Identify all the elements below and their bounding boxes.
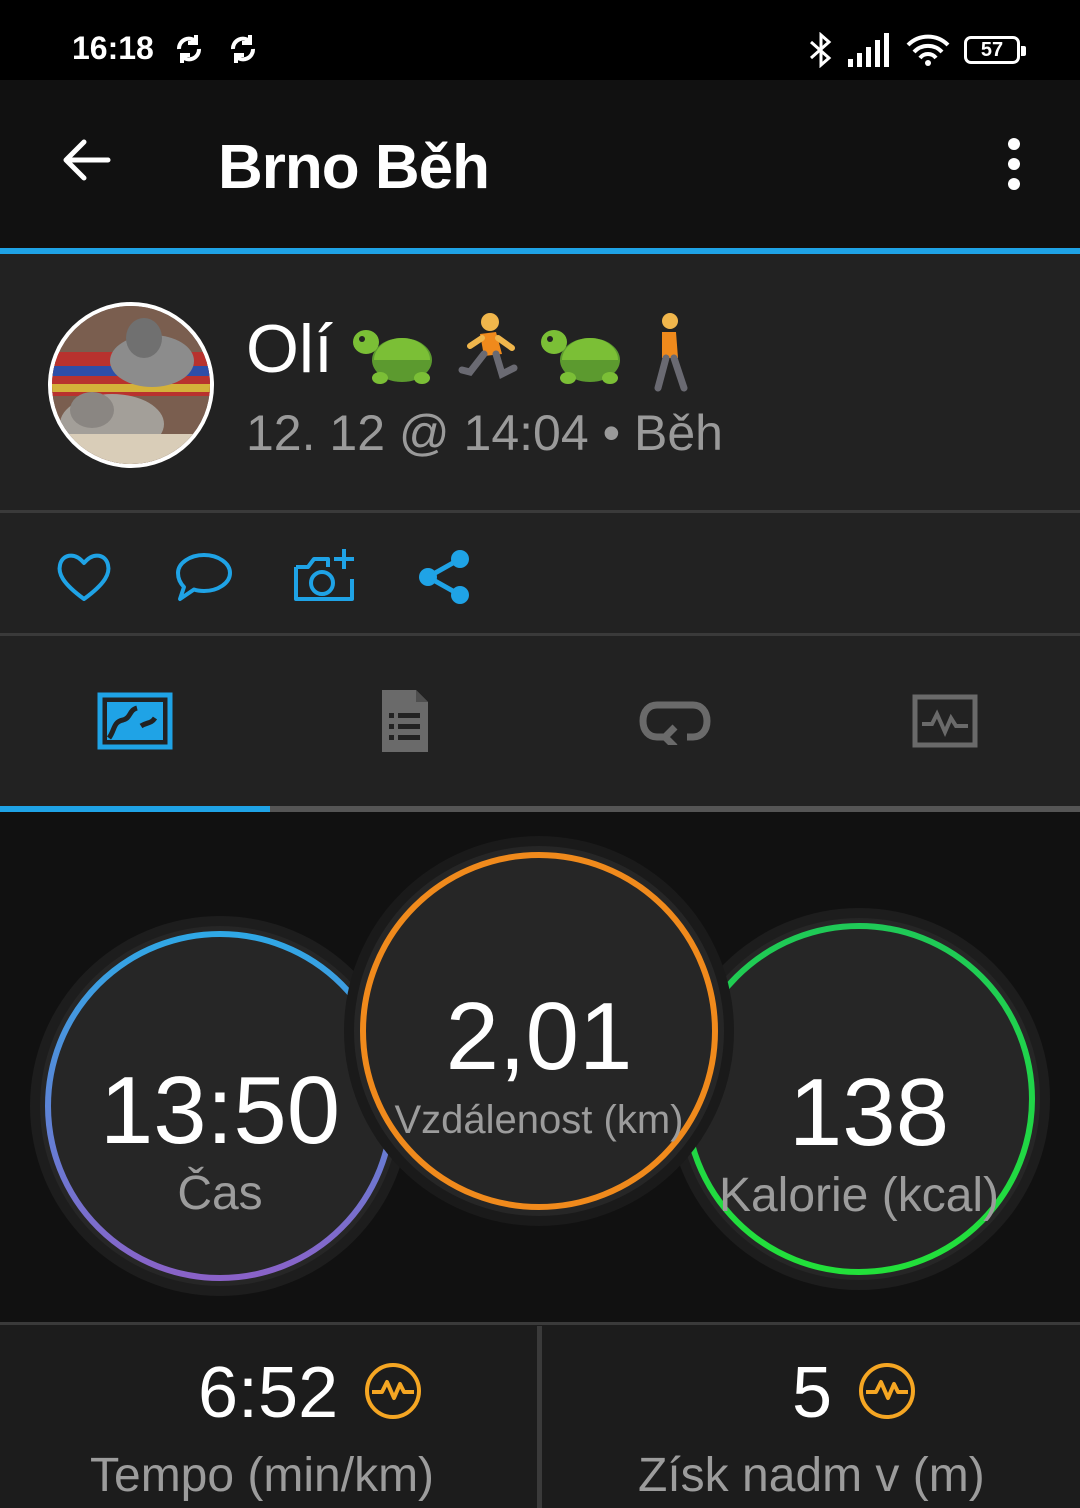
distance-label: Vzdálenost (km) (394, 1098, 684, 1142)
more-options-icon[interactable] (996, 136, 1032, 192)
emoji-status (352, 312, 694, 394)
map-icon (97, 692, 173, 750)
add-photo-icon[interactable] (292, 545, 356, 609)
avatar[interactable] (48, 302, 214, 468)
avatar-photo (52, 306, 210, 464)
signal-icon (848, 33, 889, 67)
tab-details[interactable] (270, 636, 540, 806)
time-label: Čas (177, 1167, 263, 1220)
bluetooth-icon (810, 32, 832, 68)
distance-value: 2,01 (445, 983, 633, 1090)
turtle-icon (541, 330, 620, 384)
calories-ring: 138 Kalorie (kcal) (678, 918, 1040, 1280)
battery-indicator: 57 (964, 36, 1026, 64)
wifi-icon (906, 34, 950, 66)
summary-stats: 13:50 Čas 138 Kalorie (kcal) 2,01 Vzdále… (0, 812, 1080, 1324)
loop-icon (639, 701, 711, 745)
battery-level: 57 (980, 38, 1004, 61)
social-actions (0, 513, 1080, 633)
sync-icon (231, 35, 255, 63)
time-ring: 13:50 Čas (40, 926, 400, 1286)
document-list-icon (382, 690, 428, 752)
heart-rate-icon[interactable] (364, 1362, 422, 1420)
back-arrow-icon[interactable] (56, 130, 116, 190)
status-bar: 16:18 57 (0, 0, 1080, 80)
activity-date-type: 12. 12 @ 14:04 • Běh (246, 405, 723, 461)
page-title: Brno Běh (218, 133, 490, 202)
comment-icon[interactable] (172, 545, 236, 609)
status-time: 16:18 (72, 30, 154, 66)
like-heart-icon[interactable] (52, 545, 116, 609)
distance-ring: 2,01 Vzdálenost (km) (354, 846, 724, 1216)
share-icon[interactable] (412, 545, 476, 609)
elevation-label: Získ nadm v (m) (638, 1449, 985, 1502)
app-bar: Brno Běh (0, 80, 1080, 248)
activity-tabs (0, 636, 1080, 806)
walking-person-icon (654, 313, 688, 392)
turtle-icon (353, 330, 432, 384)
tab-charts[interactable] (810, 636, 1080, 806)
sync-icon (177, 35, 201, 63)
activity-owner: Olí 12. 12 @ 14:04 • Běh (0, 254, 1080, 510)
activity-chart-icon (912, 694, 978, 748)
calories-value: 138 (788, 1059, 950, 1166)
pace-label: Tempo (min/km) (90, 1449, 435, 1502)
calories-label: Kalorie (kcal) (718, 1169, 1000, 1222)
time-value: 13:50 (99, 1057, 341, 1164)
runner-icon (458, 313, 518, 379)
elevation-value: 5 (792, 1353, 833, 1433)
pace-value: 6:52 (198, 1353, 339, 1433)
tab-laps[interactable] (540, 636, 810, 806)
heart-rate-icon[interactable] (858, 1362, 916, 1420)
divider (0, 1322, 1080, 1325)
divider (537, 1326, 542, 1508)
user-name: Olí (246, 311, 333, 387)
tab-map[interactable] (0, 636, 270, 806)
